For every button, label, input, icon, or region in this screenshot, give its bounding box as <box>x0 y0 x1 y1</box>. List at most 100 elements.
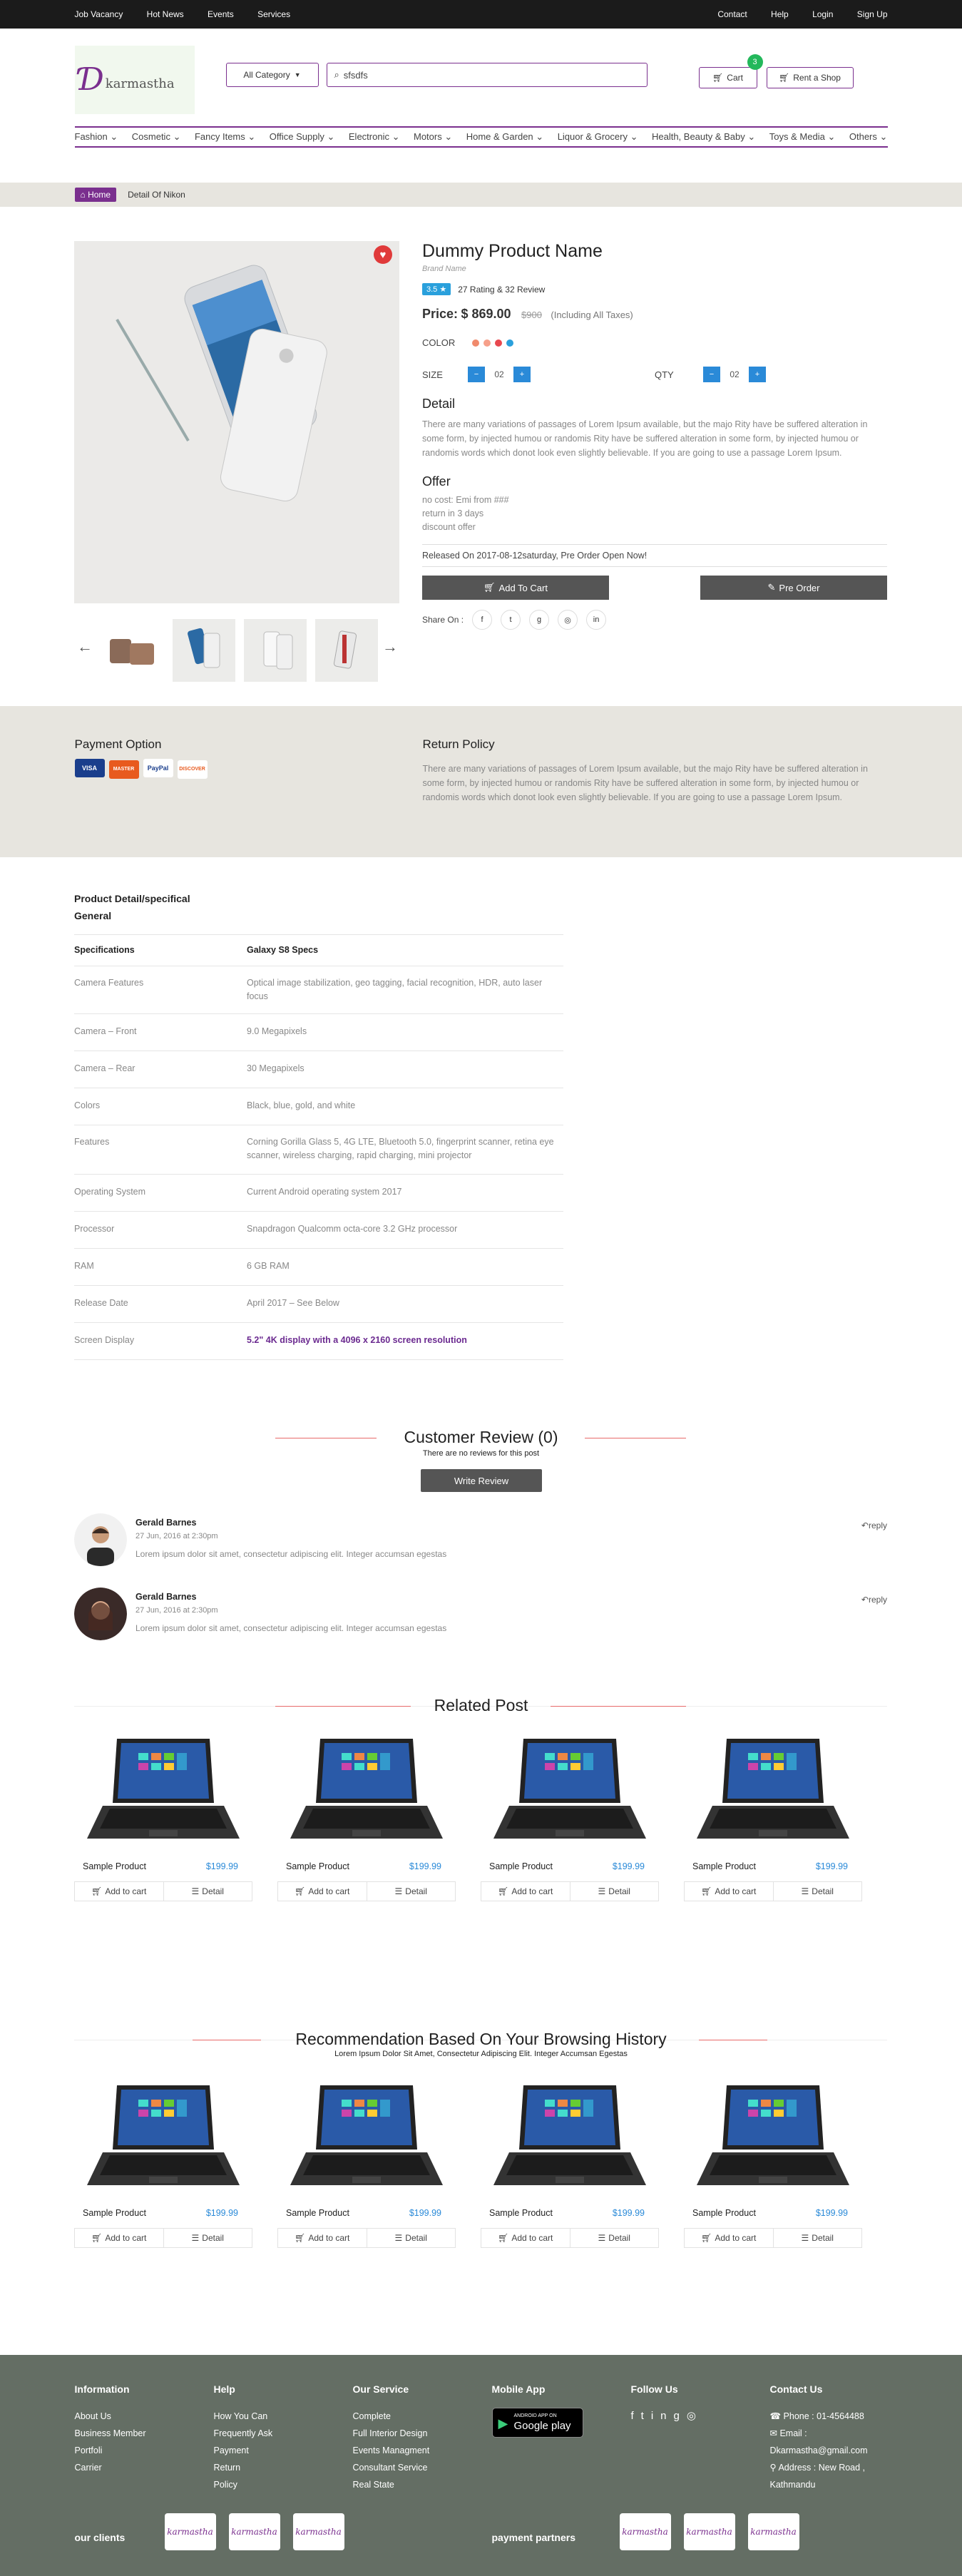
add-to-cart-button[interactable]: 🛒︎ Add To Cart <box>422 576 609 600</box>
nav-liquor-grocery[interactable]: Liquor & Grocery ⌄ <box>558 131 638 143</box>
wishlist-heart-icon[interactable]: ♥ <box>374 245 392 264</box>
pre-order-button[interactable]: ✎ Pre Order <box>700 576 887 600</box>
reply-button[interactable]: ↶reply <box>861 1520 887 1530</box>
nav-fashion[interactable]: Fashion ⌄ <box>75 131 118 143</box>
instagram-icon[interactable]: ◎ <box>558 610 578 630</box>
product-image[interactable] <box>74 1732 252 1853</box>
add-to-cart-button[interactable]: 🛒︎ Add to cart <box>75 1882 164 1901</box>
product-card[interactable]: Sample Product $199.99 🛒︎ Add to cart ☰ Detai… <box>277 1732 456 1901</box>
footer-link[interactable]: Real State <box>353 2476 481 2493</box>
detail-button[interactable]: ☰ Detail <box>164 2229 252 2247</box>
product-card[interactable]: Sample Product $199.99 🛒︎ Add to cart ☰ Detai… <box>277 2078 456 2248</box>
twitter-icon[interactable]: t <box>641 2410 651 2422</box>
qty-plus-button[interactable]: + <box>749 367 766 382</box>
footer-link[interactable]: Return <box>214 2459 342 2476</box>
color-swatch-4[interactable] <box>506 339 513 347</box>
add-to-cart-button[interactable]: 🛒︎ Add to cart <box>75 2229 164 2247</box>
nav-fancy-items[interactable]: Fancy Items ⌄ <box>195 131 255 143</box>
facebook-icon[interactable]: f <box>631 2410 641 2422</box>
footer-link[interactable]: Consultant Service <box>353 2459 481 2476</box>
footer-link[interactable]: About Us <box>75 2408 203 2425</box>
footer-link[interactable]: Complete <box>353 2408 481 2425</box>
category-dropdown[interactable]: All Category ▼ <box>225 63 319 87</box>
client-logo[interactable]: karmastha <box>228 2513 280 2550</box>
facebook-icon[interactable]: f <box>472 610 493 630</box>
size-minus-button[interactable]: − <box>468 367 485 382</box>
thumbnail-bags[interactable] <box>100 619 163 682</box>
product-card[interactable]: Sample Product $199.99 🛒︎ Add to cart ☰ Detai… <box>684 2078 862 2248</box>
breadcrumb-home[interactable]: ⌂ Home <box>74 188 117 202</box>
product-card[interactable]: Sample Product $199.99 🛒︎ Add to cart ☰ Detai… <box>481 2078 659 2248</box>
google-plus-icon[interactable]: g <box>529 610 550 630</box>
color-swatch-2[interactable] <box>483 339 491 347</box>
top-link-login[interactable]: Login <box>812 9 833 19</box>
twitter-icon[interactable]: t <box>501 610 521 630</box>
footer-link[interactable]: Full Interior Design <box>353 2425 481 2442</box>
top-link-events[interactable]: Events <box>208 9 234 19</box>
thumbnail-phone-2[interactable] <box>244 619 307 682</box>
nav-home-garden[interactable]: Home & Garden ⌄ <box>466 131 543 143</box>
add-to-cart-button[interactable]: 🛒︎ Add to cart <box>685 1882 774 1901</box>
detail-button[interactable]: ☰ Detail <box>164 1882 252 1901</box>
detail-button[interactable]: ☰ Detail <box>367 1882 456 1901</box>
nav-electronic[interactable]: Electronic ⌄ <box>349 131 400 143</box>
detail-button[interactable]: ☰ Detail <box>570 2229 659 2247</box>
color-swatch-3[interactable] <box>495 339 502 347</box>
footer-link[interactable]: Frequently Ask <box>214 2425 342 2442</box>
add-to-cart-button[interactable]: 🛒︎ Add to cart <box>278 2229 367 2247</box>
footer-link[interactable]: Policy <box>214 2476 342 2493</box>
rent-shop-button[interactable]: 🛒︎ Rent a Shop <box>766 67 854 88</box>
client-logo[interactable]: karmastha <box>292 2513 344 2550</box>
product-image[interactable] <box>481 1732 659 1853</box>
nav-motors[interactable]: Motors ⌄ <box>414 131 452 143</box>
detail-button[interactable]: ☰ Detail <box>774 1882 862 1901</box>
product-image[interactable] <box>277 1732 456 1853</box>
write-review-button[interactable]: Write Review <box>421 1469 542 1492</box>
footer-link[interactable]: Portfoli <box>75 2442 203 2459</box>
footer-link[interactable]: Business Member <box>75 2425 203 2442</box>
detail-button[interactable]: ☰ Detail <box>774 2229 862 2247</box>
product-card[interactable]: Sample Product $199.99 🛒︎ Add to cart ☰ Detai… <box>74 1732 252 1901</box>
logo[interactable]: Ɗ karmastha <box>74 46 195 114</box>
top-link-hot-news[interactable]: Hot News <box>147 9 184 19</box>
prev-arrow-icon[interactable]: ← <box>77 638 93 656</box>
nav-cosmetic[interactable]: Cosmetic ⌄ <box>132 131 181 143</box>
add-to-cart-button[interactable]: 🛒︎ Add to cart <box>481 2229 570 2247</box>
cart-button[interactable]: 🛒︎ Cart <box>698 67 757 88</box>
qty-minus-button[interactable]: − <box>703 367 720 382</box>
product-image[interactable] <box>277 2078 456 2199</box>
detail-button[interactable]: ☰ Detail <box>367 2229 456 2247</box>
add-to-cart-button[interactable]: 🛒︎ Add to cart <box>481 1882 570 1901</box>
add-to-cart-button[interactable]: 🛒︎ Add to cart <box>685 2229 774 2247</box>
detail-button[interactable]: ☰ Detail <box>570 1882 659 1901</box>
size-plus-button[interactable]: + <box>513 367 531 382</box>
product-card[interactable]: Sample Product $199.99 🛒︎ Add to cart ☰ Detai… <box>481 1732 659 1901</box>
product-image[interactable] <box>74 2078 252 2199</box>
nav-toys-media[interactable]: Toys & Media ⌄ <box>769 131 836 143</box>
next-arrow-icon[interactable]: → <box>382 638 398 656</box>
client-logo[interactable]: karmastha <box>164 2513 216 2550</box>
google-plus-icon[interactable]: g <box>674 2410 687 2422</box>
top-link-services[interactable]: Services <box>257 9 290 19</box>
partner-logo[interactable]: karmastha <box>747 2513 799 2550</box>
nav-office-supply[interactable]: Office Supply ⌄ <box>270 131 335 143</box>
search-input[interactable]: ⌕ sfsdfs <box>326 63 648 87</box>
product-image[interactable] <box>684 2078 862 2199</box>
footer-link[interactable]: Payment <box>214 2442 342 2459</box>
product-card[interactable]: Sample Product $199.99 🛒︎ Add to cart ☰ Detai… <box>684 1732 862 1901</box>
instagram-icon[interactable]: ◎ <box>687 2410 703 2422</box>
footer-link[interactable]: How You Can <box>214 2408 342 2425</box>
product-image[interactable] <box>684 1732 862 1853</box>
thumbnail-phone-3[interactable] <box>315 619 378 682</box>
top-link-signup[interactable]: Sign Up <box>857 9 888 19</box>
linkedin-icon[interactable]: in <box>586 610 607 630</box>
footer-link[interactable]: Events Managment <box>353 2442 481 2459</box>
reply-button[interactable]: ↶reply <box>861 1595 887 1605</box>
thumbnail-phone-1[interactable] <box>173 619 235 682</box>
nav-others[interactable]: Others ⌄ <box>849 131 888 143</box>
footer-link[interactable]: Carrier <box>75 2459 203 2476</box>
product-card[interactable]: Sample Product $199.99 🛒︎ Add to cart ☰ Detai… <box>74 2078 252 2248</box>
linkedin-icon[interactable]: in <box>651 2410 674 2422</box>
top-link-help[interactable]: Help <box>771 9 789 19</box>
top-link-job-vacancy[interactable]: Job Vacancy <box>75 9 123 19</box>
